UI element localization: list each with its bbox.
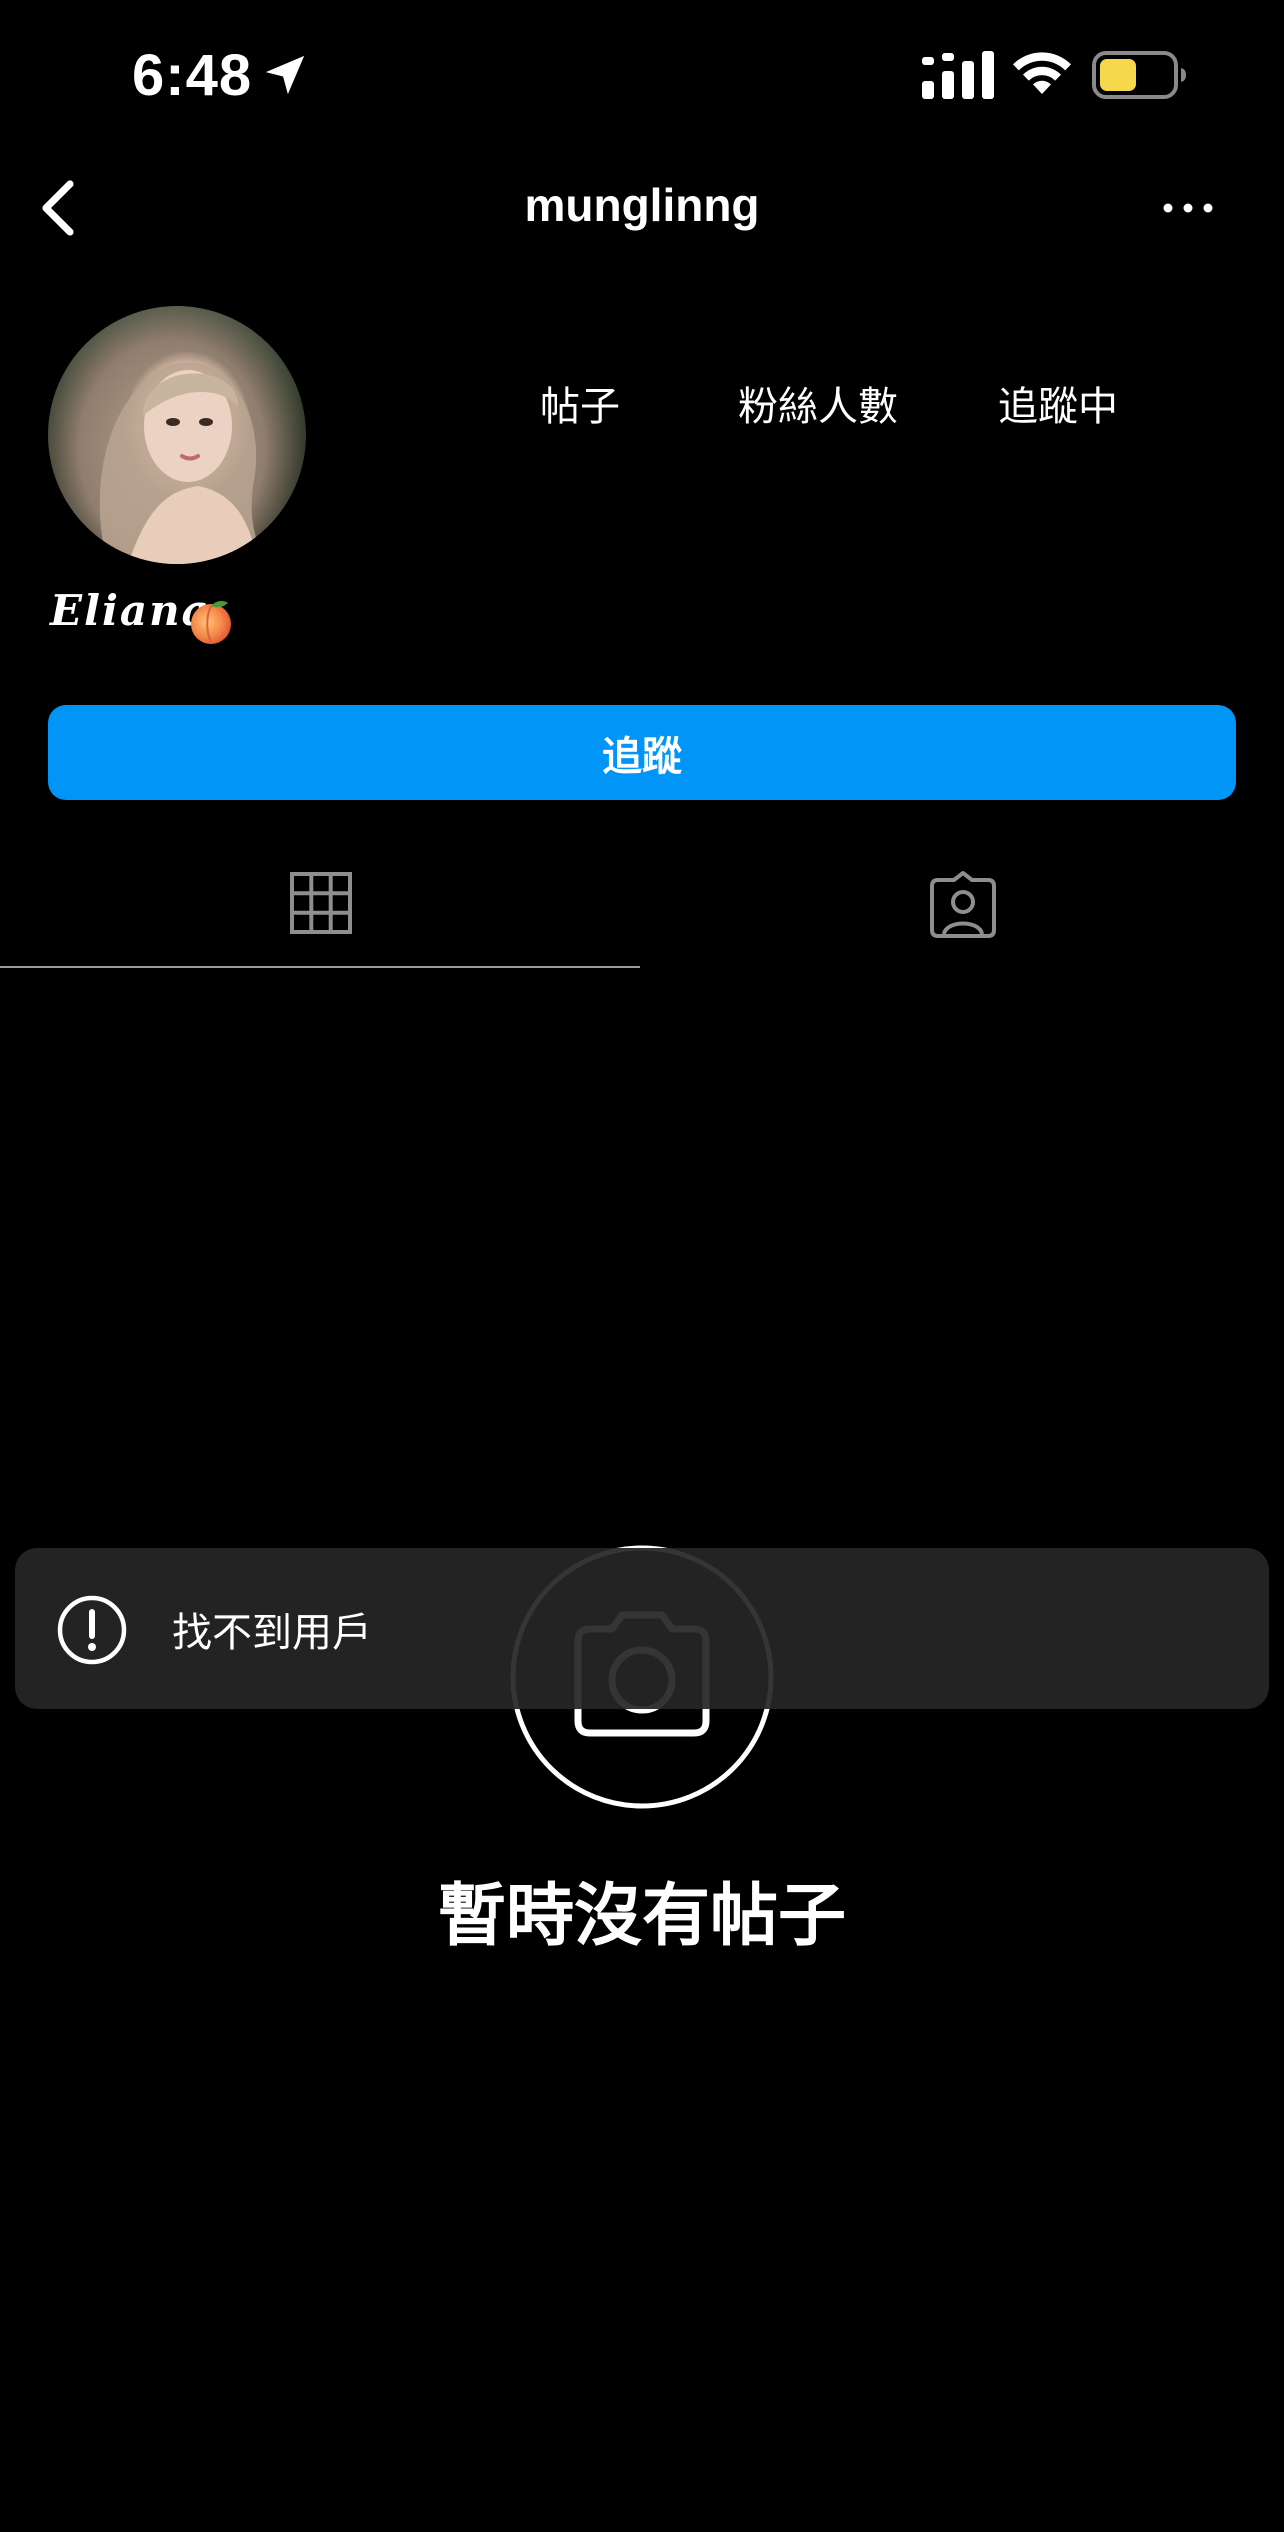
- tagged-person-icon: [930, 871, 996, 938]
- status-time: 6:48: [132, 43, 253, 108]
- avatar-portrait: [99, 362, 268, 564]
- profile-username: munglinng: [524, 179, 760, 231]
- profile-avatar[interactable]: [48, 306, 306, 564]
- battery-icon: [1092, 51, 1186, 99]
- stat-followers-label[interactable]: 粉絲人數: [730, 374, 906, 432]
- peach-icon: [191, 601, 231, 644]
- grid-icon: [290, 872, 352, 934]
- toast-message: 找不到用戶: [172, 1610, 372, 1656]
- active-tab-indicator: [0, 966, 640, 968]
- location-arrow-icon: [265, 55, 305, 95]
- exclamation-circle-icon: [57, 1595, 127, 1665]
- stat-posts-label[interactable]: 帖子: [528, 374, 632, 432]
- follow-button[interactable]: 追蹤: [48, 705, 1236, 800]
- wifi-icon: [1013, 52, 1071, 94]
- empty-state-title: 暫時沒有帖子: [437, 1877, 846, 1956]
- stat-following-label[interactable]: 追蹤中: [992, 374, 1124, 432]
- signal-icon: [922, 51, 994, 99]
- more-options-icon[interactable]: [1160, 198, 1216, 218]
